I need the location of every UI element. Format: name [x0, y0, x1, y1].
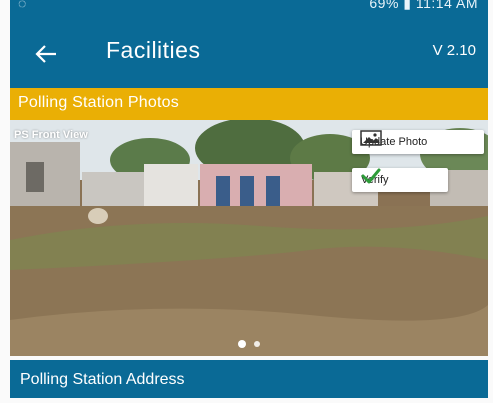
photos-section-title: Polling Station Photos	[18, 94, 179, 111]
app-screen: ◌ 69% ▮ 11:14 AM Facilities V 2.10 Polli…	[0, 0, 493, 403]
back-arrow-icon	[35, 45, 56, 63]
carousel-dot-1[interactable]	[238, 340, 246, 348]
update-photo-button[interactable]: Update Photo	[352, 130, 484, 154]
address-section-header[interactable]: Polling Station Address	[10, 360, 488, 398]
check-icon	[361, 168, 381, 184]
verify-button[interactable]: Verify	[352, 168, 448, 192]
version-label: V 2.10	[432, 42, 476, 59]
photos-section-header: Polling Station Photos	[10, 88, 488, 120]
app-bar: Facilities V 2.10	[10, 18, 488, 88]
carousel-dot-2[interactable]	[254, 341, 260, 347]
back-button[interactable]	[30, 38, 62, 70]
photo-caption: PS Front View	[14, 129, 88, 141]
status-bar: ◌ 69% ▮ 11:14 AM	[10, 0, 488, 18]
address-section-title: Polling Station Address	[20, 371, 185, 388]
carousel-indicator	[10, 340, 488, 350]
whatsapp-icon: ◌	[18, 0, 27, 11]
image-icon	[360, 130, 382, 146]
page-title: Facilities	[106, 37, 201, 63]
status-bar-text: 69% ▮ 11:14 AM	[369, 0, 478, 11]
photo-carousel[interactable]: PS Front View Update Photo Verify	[10, 120, 488, 356]
polling-station-photo	[10, 120, 488, 356]
